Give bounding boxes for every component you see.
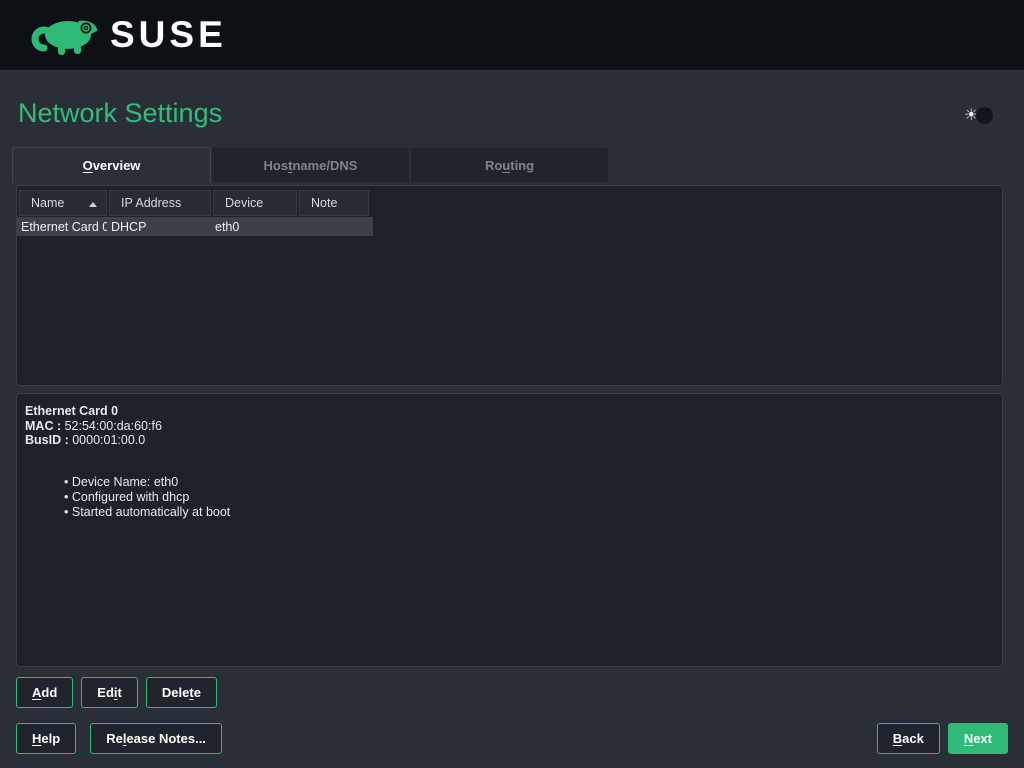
moon-icon — [976, 107, 993, 124]
column-header-ip-address[interactable]: IP Address — [109, 190, 211, 216]
page-title: Network Settings — [18, 98, 222, 129]
add-button[interactable]: Add — [16, 677, 73, 708]
cell-name: Ethernet Card 0 — [17, 220, 107, 234]
edit-button[interactable]: Edit — [81, 677, 138, 708]
tab-label: Overview — [83, 158, 141, 173]
column-header-device[interactable]: Device — [213, 190, 297, 216]
cell-device: eth0 — [211, 220, 297, 234]
tab-hostname-dns[interactable]: Hostname/DNS — [211, 147, 410, 183]
back-button[interactable]: Back — [877, 723, 940, 754]
device-details-panel: Ethernet Card 0 MAC : 52:54:00:da:60:f6 … — [16, 393, 1003, 667]
suse-wordmark: SUSE — [110, 14, 227, 56]
device-property-list: Device Name: eth0 Configured with dhcp S… — [64, 475, 994, 520]
property-device-name: Device Name: eth0 — [64, 475, 994, 490]
delete-button[interactable]: Delete — [146, 677, 217, 708]
network-devices-table-panel: Name IP Address Device Note Ethernet Car… — [16, 185, 1003, 386]
table-action-buttons: Add Edit Delete — [16, 677, 217, 708]
top-bar: SUSE — [0, 0, 1024, 70]
table-header-row: Name IP Address Device Note — [19, 190, 1002, 216]
busid-line: BusID : 0000:01:00.0 — [25, 433, 994, 448]
help-button[interactable]: Help — [16, 723, 76, 754]
next-button[interactable]: Next — [948, 723, 1008, 754]
chameleon-icon — [28, 10, 100, 61]
mac-line: MAC : 52:54:00:da:60:f6 — [25, 419, 994, 434]
theme-toggle-button[interactable]: ☀ — [964, 104, 994, 128]
suse-logo: SUSE — [28, 10, 227, 61]
footer-right-buttons: Back Next — [877, 723, 1008, 754]
tab-label: Hostname/DNS — [264, 158, 358, 173]
device-details-content: Ethernet Card 0 MAC : 52:54:00:da:60:f6 … — [17, 394, 1002, 530]
release-notes-button[interactable]: Release Notes... — [90, 723, 222, 754]
column-header-name[interactable]: Name — [19, 190, 107, 216]
tab-label: Routing — [485, 158, 534, 173]
property-configured-with: Configured with dhcp — [64, 490, 994, 505]
footer-left-buttons: Help Release Notes... — [16, 723, 222, 754]
tab-overview[interactable]: Overview — [12, 147, 211, 183]
device-title: Ethernet Card 0 — [25, 404, 994, 419]
column-header-note[interactable]: Note — [299, 190, 369, 216]
tab-routing[interactable]: Routing — [410, 147, 609, 183]
property-started-at-boot: Started automatically at boot — [64, 505, 994, 520]
table-row-ethernet-card-0[interactable]: Ethernet Card 0 DHCP eth0 — [17, 217, 373, 236]
sort-asc-icon — [89, 202, 97, 207]
cell-ip-address: DHCP — [107, 220, 211, 234]
tab-bar: Overview Hostname/DNS Routing — [12, 147, 609, 183]
